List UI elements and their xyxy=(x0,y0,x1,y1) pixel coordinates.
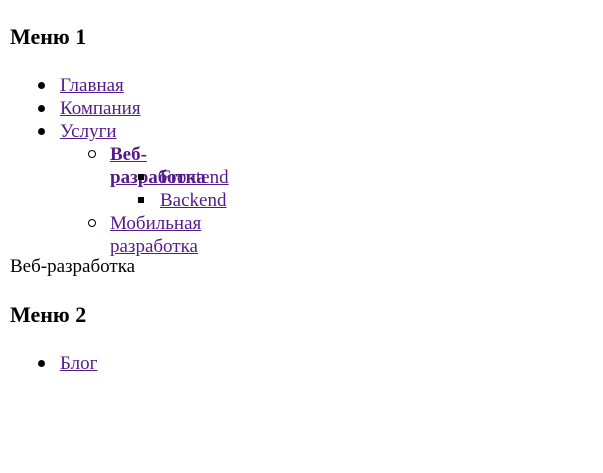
menu2-item-blog: Блог xyxy=(38,352,97,375)
disc-bullet-icon xyxy=(38,360,45,367)
menu1-list: Главная Компания Услуги Веб-разработка F… xyxy=(38,74,229,257)
circle-bullet-icon xyxy=(88,219,96,227)
menu2-list: Блог xyxy=(38,352,97,375)
square-bullet-icon xyxy=(138,174,144,180)
menu1-link-home[interactable]: Главная xyxy=(60,75,124,96)
submenu-item-backend: Backend xyxy=(138,189,229,212)
submenu-link-mobile-dev[interactable]: Мобильная разработка xyxy=(110,213,201,257)
submenu-item-frontend: Frontend xyxy=(138,166,229,189)
menu1-link-company[interactable]: Компания xyxy=(60,98,141,119)
current-section-text: Веб-разработка xyxy=(10,256,136,277)
menu2-title: Меню 2 xyxy=(10,302,87,327)
web-dev-submenu: Frontend Backend xyxy=(138,166,229,212)
services-submenu: Веб-разработка Frontend Backend Мобильна… xyxy=(88,143,229,257)
submenu-item-web-dev: Веб-разработка Frontend Backend xyxy=(88,143,229,211)
menu2-link-blog[interactable]: Блог xyxy=(60,353,97,374)
menu1-title: Меню 1 xyxy=(10,24,87,49)
submenu-link-frontend[interactable]: Frontend xyxy=(160,167,229,188)
submenu-link-backend[interactable]: Backend xyxy=(160,190,226,211)
menu1-link-services[interactable]: Услуги xyxy=(60,121,117,142)
submenu-item-mobile-dev: Мобильная разработка xyxy=(88,212,206,257)
menu1-item-company: Компания xyxy=(38,97,141,120)
menu1-item-home: Главная xyxy=(38,74,141,97)
disc-bullet-icon xyxy=(38,105,45,112)
disc-bullet-icon xyxy=(38,82,45,89)
square-bullet-icon xyxy=(138,197,144,203)
circle-bullet-icon xyxy=(88,150,96,158)
disc-bullet-icon xyxy=(38,128,45,135)
menu1-item-services: Услуги Веб-разработка Frontend Backend М… xyxy=(38,120,229,257)
